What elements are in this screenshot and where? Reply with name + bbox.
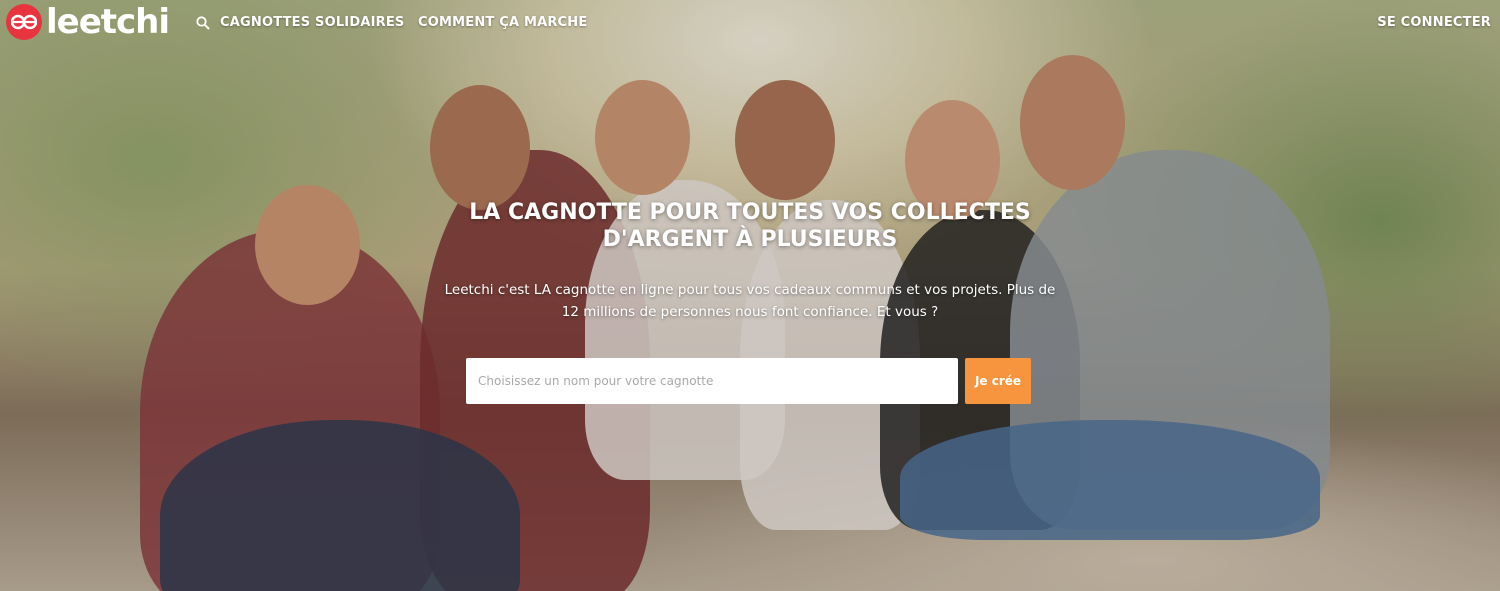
hero-section: leetchi CAGNOTTES SOLIDAIRES COMMENT ÇA … [0,0,1500,591]
hero-title: LA CAGNOTTE POUR TOUTES VOS COLLECTES D'… [0,199,1500,253]
hero-subtitle-line-2: 12 millions de personnes nous font confi… [561,304,939,320]
cagnotte-name-input[interactable] [466,358,958,404]
create-cagnotte-form: Je crée [466,358,1031,404]
hero-title-line-2: D'ARGENT À PLUSIEURS [602,227,898,252]
logo-text: leetchi [46,2,170,42]
search-icon [196,15,210,30]
create-button[interactable]: Je crée [965,358,1031,404]
nav-comment-ca-marche[interactable]: COMMENT ÇA MARCHE [418,15,587,30]
leetchi-logo-icon [6,4,42,40]
login-link[interactable]: SE CONNECTER [1377,15,1491,30]
hero-title-line-1: LA CAGNOTTE POUR TOUTES VOS COLLECTES [469,200,1031,225]
hero-subtitle-line-1: Leetchi c'est LA cagnotte en ligne pour … [444,282,1056,298]
nav-cagnottes-solidaires-label: CAGNOTTES SOLIDAIRES [220,15,405,30]
nav-cagnottes-solidaires[interactable]: CAGNOTTES SOLIDAIRES [196,15,404,30]
hero-subtitle: Leetchi c'est LA cagnotte en ligne pour … [440,279,1060,323]
leetchi-logo[interactable]: leetchi [6,2,170,42]
top-navigation: leetchi CAGNOTTES SOLIDAIRES COMMENT ÇA … [0,0,1500,48]
